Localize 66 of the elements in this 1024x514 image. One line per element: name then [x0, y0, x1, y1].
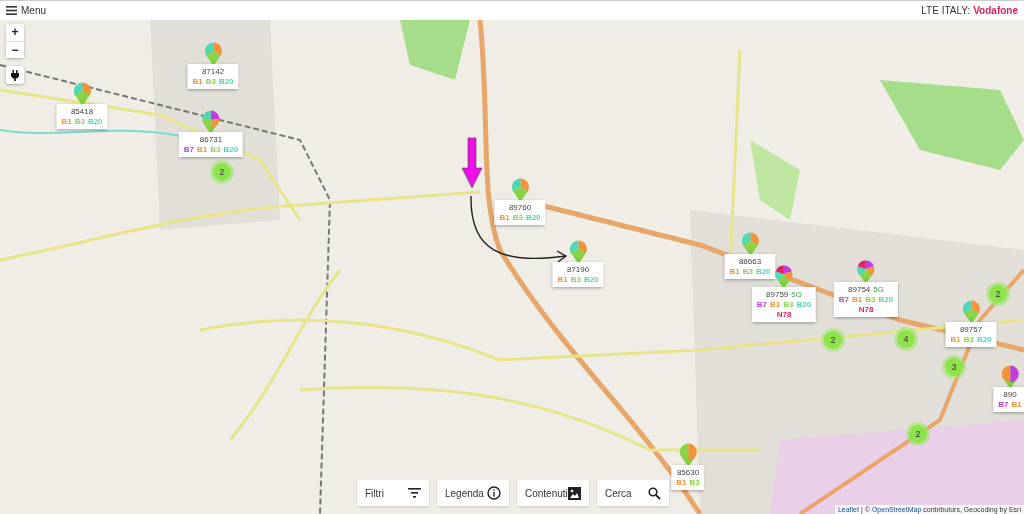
- band-label: B20: [976, 335, 992, 344]
- band-label: B3: [205, 77, 216, 86]
- band-label: B1: [770, 300, 781, 309]
- band-label: B1: [852, 295, 863, 304]
- site-id: 85418: [70, 107, 94, 116]
- pointer-arrow: [461, 137, 483, 189]
- zoom-out-button[interactable]: −: [6, 41, 24, 58]
- search-button[interactable]: Cerca: [597, 480, 669, 506]
- filter-button[interactable]: Filtri: [357, 480, 429, 506]
- band-label: B1: [192, 77, 203, 86]
- band-label: B3: [783, 300, 794, 309]
- band-label: B20: [525, 213, 541, 222]
- locate-button[interactable]: [6, 66, 24, 84]
- site-id: 89759: [766, 290, 789, 299]
- band-label: B7: [756, 300, 768, 309]
- band-label: B1: [950, 335, 961, 344]
- band-label: B20: [583, 275, 599, 284]
- band-label: B3: [74, 117, 85, 126]
- band-label: B20: [878, 295, 894, 304]
- filter-icon: [408, 488, 421, 498]
- search-icon: [648, 486, 661, 500]
- site-id: 89760: [508, 203, 532, 212]
- site-id: 88663: [738, 257, 762, 266]
- band-label: N78: [776, 310, 792, 319]
- band-label: B3: [963, 335, 974, 344]
- band-label: B1: [499, 213, 510, 222]
- band-label: B3: [865, 295, 876, 304]
- band-label: B1: [729, 267, 740, 276]
- band-label: B3: [689, 478, 700, 487]
- band-label: B3: [570, 275, 581, 284]
- band-label: B20: [796, 300, 812, 309]
- band-label: B20: [755, 267, 771, 276]
- image-button[interactable]: Contenuti: [517, 480, 589, 506]
- band-label: B7: [183, 145, 195, 154]
- band-label: B1: [557, 275, 568, 284]
- site-id: 89757: [959, 325, 983, 334]
- plug-icon: [10, 69, 20, 81]
- menu-icon: [6, 6, 17, 15]
- band-label: B1: [197, 145, 208, 154]
- band-label: B20: [218, 77, 234, 86]
- band-label: B20: [87, 117, 103, 126]
- image-icon: [568, 486, 581, 500]
- band-label: B3: [742, 267, 753, 276]
- band-label: B1: [1011, 400, 1022, 409]
- band-label: B3: [512, 213, 523, 222]
- band-label: B20: [223, 145, 239, 154]
- site-id: 87190: [566, 265, 590, 274]
- band-label: B1: [61, 117, 72, 126]
- band-label: B1: [676, 478, 687, 487]
- site-id: 87142: [201, 67, 225, 76]
- info-icon: [487, 486, 501, 500]
- operator-name: Vodafone: [973, 5, 1018, 16]
- technology-tag: 5G: [791, 290, 802, 299]
- info-button[interactable]: Legenda: [437, 480, 509, 506]
- site-id: 89754: [848, 285, 871, 294]
- band-label: B3: [210, 145, 221, 154]
- band-label: N78: [858, 305, 874, 314]
- technology-tag: 5G: [873, 285, 884, 294]
- band-label: B7: [998, 400, 1009, 409]
- site-id: 85630: [676, 468, 700, 477]
- band-label: B7: [838, 295, 850, 304]
- site-id: 890: [1003, 390, 1017, 399]
- zoom-in-button[interactable]: +: [6, 24, 24, 41]
- menu-button[interactable]: Menu: [6, 5, 46, 16]
- site-id: 86731: [199, 135, 223, 144]
- app-title: LTE ITALY:: [921, 5, 971, 16]
